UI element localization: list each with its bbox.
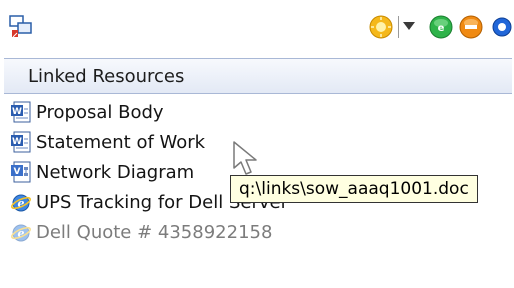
remove-orange-icon[interactable] <box>458 14 484 40</box>
list-item[interactable]: e Dell Quote # 4358922158 <box>0 218 514 248</box>
svg-text:W: W <box>12 107 22 117</box>
column-header-label: Linked Resources <box>28 66 185 87</box>
internet-explorer-icon: e <box>11 224 31 242</box>
mouse-pointer-icon <box>233 141 257 175</box>
internet-explorer-icon: e <box>11 194 31 212</box>
toolbar: e <box>0 0 514 58</box>
svg-text:V: V <box>14 167 21 177</box>
list-item-label: Dell Quote # 4358922158 <box>36 222 273 243</box>
word-document-icon: W <box>11 131 31 153</box>
svg-text:e: e <box>438 23 445 34</box>
list-item-label: Network Diagram <box>36 162 195 183</box>
linked-resources-icon[interactable] <box>8 14 34 40</box>
linked-resources-panel: e Linked Resources W Proposal Body W Sta… <box>0 0 514 288</box>
chevron-down-icon[interactable] <box>403 22 415 30</box>
svg-text:W: W <box>12 137 22 147</box>
toolbar-separator <box>398 16 399 38</box>
word-document-icon: W <box>11 101 31 123</box>
column-header[interactable]: Linked Resources <box>4 58 512 94</box>
list-item-label: Proposal Body <box>36 102 164 123</box>
tooltip: q:\links\sow_aaaq1001.doc <box>230 175 478 203</box>
list-item[interactable]: W Proposal Body <box>0 98 514 128</box>
list-item-label: Statement of Work <box>36 132 206 153</box>
add-blue-icon[interactable] <box>492 14 512 40</box>
sun-icon[interactable] <box>368 14 394 40</box>
visio-diagram-icon: V <box>11 161 31 183</box>
add-green-icon[interactable]: e <box>428 14 454 40</box>
